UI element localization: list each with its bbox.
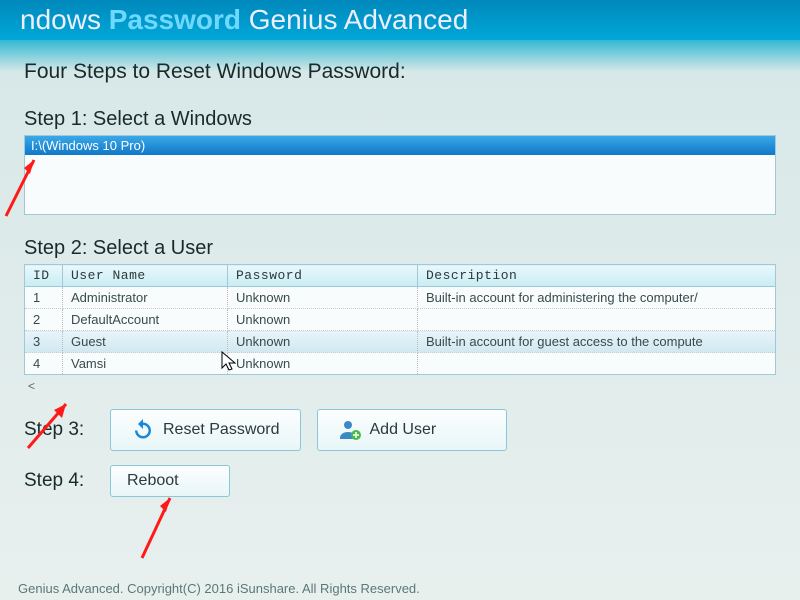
main-content: Four Steps to Reset Windows Password: St… [0, 40, 800, 497]
windows-item[interactable]: I:\(Windows 10 Pro) [25, 136, 775, 155]
scroll-hint[interactable]: < [24, 379, 776, 409]
step3-row: Step 3: Reset Password Add User [24, 409, 776, 451]
col-pass[interactable]: Password [228, 265, 418, 287]
cell-desc: Built-in account for guest access to the… [418, 331, 776, 353]
table-row[interactable]: 2 DefaultAccount Unknown [25, 309, 776, 331]
user-table: ID User Name Password Description 1 Admi… [24, 264, 776, 375]
cell-pass: Unknown [228, 309, 418, 331]
cell-user: Guest [63, 331, 228, 353]
cell-id: 1 [25, 287, 63, 309]
step2-heading: Step 2: Select a User [24, 237, 776, 260]
title-part2: Password [109, 4, 241, 35]
col-id[interactable]: ID [25, 265, 63, 287]
add-user-icon [338, 418, 362, 442]
step3-label: Step 3: [24, 419, 94, 441]
add-user-label: Add User [370, 421, 437, 439]
cell-id: 4 [25, 353, 63, 375]
cell-id: 2 [25, 309, 63, 331]
reboot-button[interactable]: Reboot [110, 465, 230, 497]
cell-pass: Unknown [228, 353, 418, 375]
cell-pass: Unknown [228, 331, 418, 353]
table-header-row: ID User Name Password Description [25, 265, 776, 287]
reboot-label: Reboot [127, 472, 179, 490]
cell-desc [418, 309, 776, 331]
footer-copyright: Genius Advanced. Copyright(C) 2016 iSuns… [18, 581, 420, 596]
col-desc[interactable]: Description [418, 265, 776, 287]
app-header: ndows Password Genius Advanced [0, 0, 800, 40]
title-part1: ndows [20, 4, 101, 35]
reset-password-label: Reset Password [163, 421, 280, 439]
step1-heading: Step 1: Select a Windows [24, 108, 776, 131]
step4-label: Step 4: [24, 470, 94, 492]
table-row[interactable]: 3 Guest Unknown Built-in account for gue… [25, 331, 776, 353]
title-part3: Genius Advanced [249, 4, 469, 35]
windows-list[interactable]: I:\(Windows 10 Pro) [24, 135, 776, 215]
cell-pass: Unknown [228, 287, 418, 309]
annotation-arrow-icon [136, 492, 186, 562]
col-user[interactable]: User Name [63, 265, 228, 287]
cell-user: DefaultAccount [63, 309, 228, 331]
table-row[interactable]: 4 Vamsi Unknown [25, 353, 776, 375]
add-user-button[interactable]: Add User [317, 409, 507, 451]
page-title: Four Steps to Reset Windows Password: [24, 60, 776, 84]
cell-user: Vamsi [63, 353, 228, 375]
cell-desc: Built-in account for administering the c… [418, 287, 776, 309]
cell-user: Administrator [63, 287, 228, 309]
reset-password-button[interactable]: Reset Password [110, 409, 301, 451]
step4-row: Step 4: Reboot [24, 465, 776, 497]
cell-id: 3 [25, 331, 63, 353]
cell-desc [418, 353, 776, 375]
table-row[interactable]: 1 Administrator Unknown Built-in account… [25, 287, 776, 309]
refresh-icon [131, 418, 155, 442]
